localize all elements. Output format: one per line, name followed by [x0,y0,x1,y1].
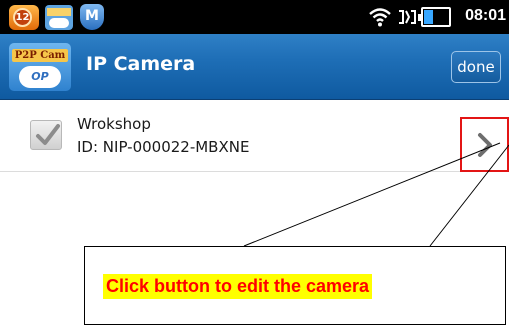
app-screen: 12 M 08:01 P2P Cam OP IP Camera done Wro… [0,0,509,325]
callout-text: Click button to edit the camera [103,274,373,299]
